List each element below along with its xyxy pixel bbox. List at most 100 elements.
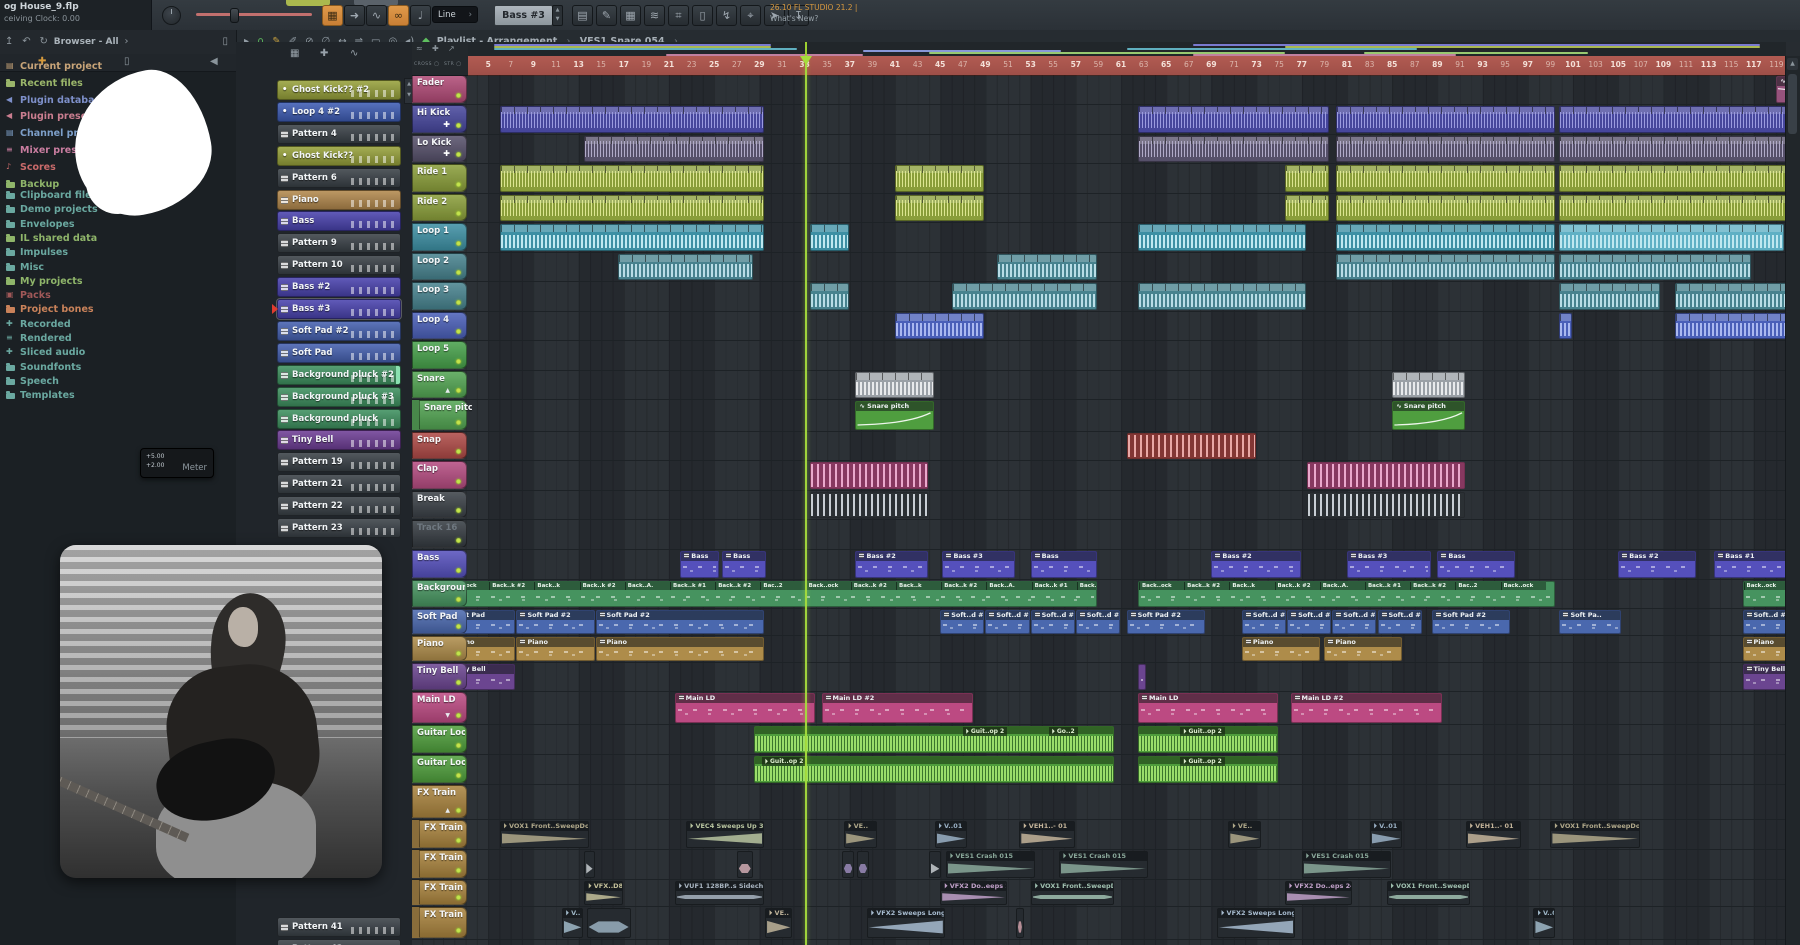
track-row-background-pluck[interactable]: Back..ockBack..k #2Back..kBack..k #2Back… <box>412 580 1800 609</box>
clip-piano[interactable]: Piano <box>1242 637 1320 661</box>
browser-item-recent-files[interactable]: Recent files <box>6 78 83 91</box>
track-row-fx-train[interactable]: ⏵ VOX1 Front..SweepDown⏵ VEC4 Sweeps Up … <box>412 820 1800 850</box>
clip-snap[interactable] <box>1127 433 1256 459</box>
clip-snare[interactable] <box>1392 372 1464 398</box>
track-header-main-ld[interactable]: Main LD▼ <box>412 692 467 723</box>
track-header-snare[interactable]: Snare▲ <box>412 371 467 398</box>
clip-ride-2[interactable] <box>895 195 984 221</box>
clip-veh1-01[interactable]: ⏵ VEH1..- 01 <box>1019 821 1075 848</box>
pattern-item-pattern-19[interactable]: Pattern 19 <box>277 452 401 472</box>
track-row-main-ld[interactable]: Main LDMain LD #2Main LDMain LD #2 <box>412 692 1800 725</box>
track-row-tiny-bell[interactable]: Tiny BellTiny Bell <box>412 663 1800 692</box>
clip-main-ld[interactable]: Main LD <box>1138 693 1278 723</box>
file-icon[interactable]: ▯ <box>222 30 228 54</box>
piano-roll-mini-icon[interactable]: ▦ <box>290 48 299 59</box>
track-row-loop-3[interactable] <box>412 282 1800 312</box>
track-mute-led[interactable] <box>456 743 461 748</box>
clip-hi-kick[interactable] <box>500 106 765 133</box>
track-mute-led[interactable] <box>456 773 461 778</box>
browser-item-my-projects[interactable]: My projects <box>6 276 83 289</box>
track-header-snare-pitch[interactable]: Snare pitch <box>419 400 467 430</box>
version-info[interactable]: 26.10 FL STUDIO 21.2 | What's New? <box>770 3 890 27</box>
clip-ride-2[interactable] <box>1559 195 1800 221</box>
pattern-item-pattern-22[interactable]: Pattern 22 <box>277 496 401 516</box>
touch-icon[interactable]: ⌖ <box>740 5 761 26</box>
piano-roll-icon[interactable]: ✎ <box>596 5 617 26</box>
playlist-icon[interactable]: ▤ <box>572 5 593 26</box>
track-mute-led[interactable] <box>456 680 461 685</box>
pattern-item-pattern-10[interactable]: Pattern 10 <box>277 255 401 275</box>
track-mute-led[interactable] <box>456 568 461 573</box>
playlist-grid[interactable]: ∿ Mast..lumeFaderHi Kick✚Lo Kick✚Ride 1R… <box>412 75 1800 945</box>
browser-item-soundfonts[interactable]: Soundfonts <box>6 362 81 375</box>
scrollbar-thumb[interactable] <box>1788 74 1797 134</box>
slider-thumb[interactable] <box>230 8 239 23</box>
track-header-loop-4[interactable]: Loop 4 <box>412 312 467 339</box>
collapse-down-icon[interactable]: ▼ <box>445 712 450 719</box>
track-mute-led[interactable] <box>456 359 461 364</box>
track-row-lo-kick[interactable] <box>412 135 1800 164</box>
pattern-item-background-pluck[interactable]: Background pluck <box>277 409 401 429</box>
track-header-fader[interactable]: Fader <box>412 75 467 103</box>
clip-loop-1[interactable] <box>1336 224 1555 251</box>
pattern-item-soft-pad[interactable]: Soft Pad <box>277 343 401 363</box>
typing-keyboard-icon[interactable]: ▦ <box>322 5 343 26</box>
clip-bass-3[interactable]: Bass #3 <box>942 551 1014 578</box>
track-mute-led[interactable] <box>456 651 461 656</box>
clip-ride-2[interactable] <box>500 195 765 221</box>
collapse-up-icon[interactable]: ▲ <box>445 807 450 814</box>
clip-background-pluck[interactable]: Back..ockBack..k #2Back..kBack..k #2Back… <box>1138 581 1555 607</box>
clip-loop-3[interactable] <box>1675 283 1787 310</box>
refresh-icon[interactable]: ↻ <box>40 30 48 54</box>
clip-vfx2-sweeps-long-14[interactable]: ⏵ VFX2 Sweeps Long 14 <box>1217 908 1295 938</box>
slide-mini-icon[interactable]: ∿ <box>350 48 358 59</box>
clip-ve-[interactable]: ⏵ VE.. <box>765 908 792 938</box>
clip-guitar-loop-2[interactable]: ⏵ Guit..op 2 <box>1138 756 1278 783</box>
main-volume-knob[interactable] <box>162 6 181 25</box>
pattern-selector[interactable]: Bass #3 <box>494 5 553 26</box>
clip-guitar-loop-1[interactable]: ⏵ Guit..op 2 <box>1138 726 1278 753</box>
pattern-item-soft-pad-2[interactable]: Soft Pad #2 <box>277 321 401 341</box>
clip-ride-1[interactable] <box>1559 165 1800 192</box>
browser-item-il-shared-data[interactable]: IL shared data <box>6 233 97 246</box>
slide-mini-icon[interactable]: ↗ <box>448 44 455 53</box>
pattern-item-pattern-41[interactable]: Pattern 41 <box>277 917 401 937</box>
clip-v-09[interactable]: ⏵ V..09 <box>1533 908 1555 938</box>
track-header-background-pluck[interactable]: Background pluck <box>412 580 467 607</box>
pattern-item-background-pluck-3[interactable]: Background pluck #3 <box>277 387 401 407</box>
track-mute-led[interactable] <box>456 420 461 425</box>
pattern-item-pattern-4[interactable]: Pattern 4 <box>277 124 401 144</box>
track-mute-led[interactable] <box>456 538 461 543</box>
clip-snare-pitch[interactable]: ∿ Snare pitch <box>855 401 933 430</box>
track-mute-led[interactable] <box>456 182 461 187</box>
add-track-icon[interactable]: ✚ <box>432 44 439 53</box>
clip-ve-[interactable]: ⏵ VE.. <box>1228 821 1261 848</box>
pattern-item-pattern-9[interactable]: Pattern 9 <box>277 233 401 253</box>
pattern-item-ghost-kick-2[interactable]: Ghost Kick?? #2• <box>277 80 401 100</box>
track-row-clap[interactable] <box>412 461 1800 491</box>
track-header-guitar-loop-1[interactable]: Guitar Loop 1 <box>412 725 467 753</box>
track-row-loop-4[interactable] <box>412 312 1800 341</box>
clip-loop-3[interactable] <box>1138 283 1307 310</box>
clip-ve-[interactable]: ⏵ VE.. <box>844 821 877 848</box>
track-row-fx-train[interactable]: ⏵ VES1 Crash 015⏵ VES1 Crash 015⏵ VES1 C… <box>412 850 1800 880</box>
clip-vfx-d8[interactable]: ⏵ VFX..D8 <box>584 881 623 905</box>
clip-ride-2[interactable] <box>1336 195 1555 221</box>
clip-loop-1[interactable] <box>1559 224 1784 251</box>
clip-break[interactable] <box>1307 492 1464 518</box>
playhead-marker[interactable] <box>800 56 812 65</box>
clip-piano[interactable]: Piano <box>596 637 765 661</box>
track-mute-led[interactable] <box>456 479 461 484</box>
clip-break[interactable] <box>810 492 928 518</box>
clip-bass[interactable]: Bass <box>1437 551 1515 578</box>
track-mute-led[interactable] <box>456 93 461 98</box>
metronome-icon[interactable]: ♩ <box>410 5 431 26</box>
clip-lo-kick[interactable] <box>1559 136 1800 162</box>
clip-bass-2[interactable]: Bass #2 <box>1618 551 1696 578</box>
track-row-soft-pad[interactable]: Soft PadSoft Pad #2Soft Pad #2Soft..d #3… <box>412 609 1800 636</box>
track-mute-led[interactable] <box>456 868 461 873</box>
clip-ride-1[interactable] <box>895 165 984 192</box>
clip-clap[interactable] <box>1307 462 1464 489</box>
mixer-icon[interactable]: ≋ <box>644 5 665 26</box>
track-mute-led[interactable] <box>456 838 461 843</box>
